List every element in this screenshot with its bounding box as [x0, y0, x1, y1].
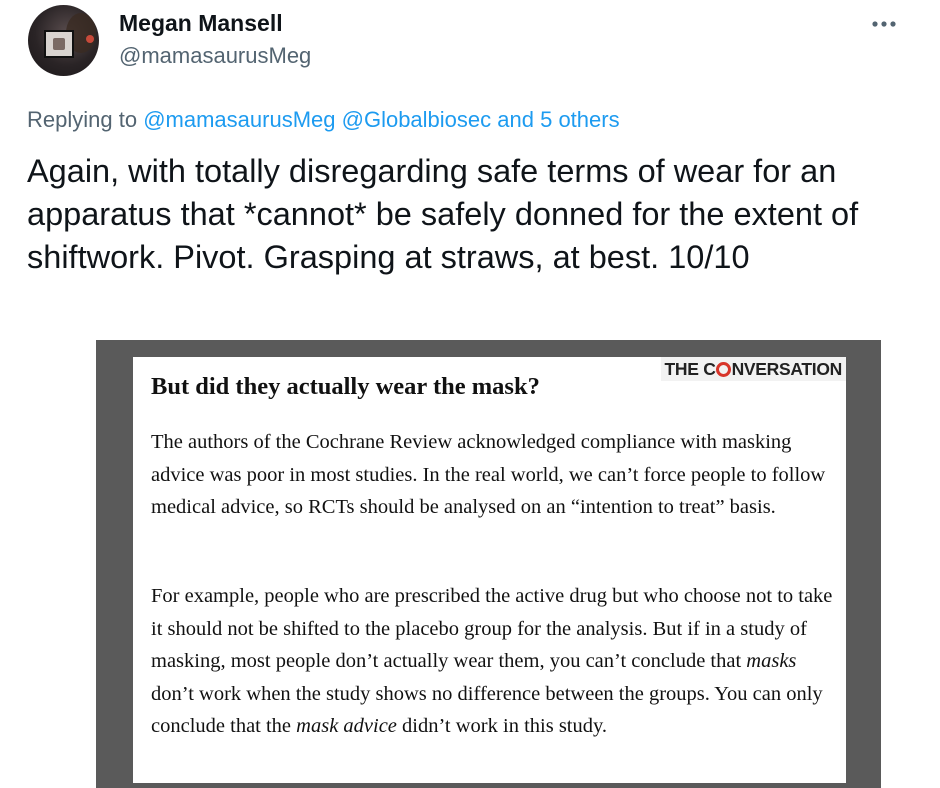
avatar[interactable] — [28, 5, 99, 76]
paragraph-2-text-3: didn’t work in this study. — [396, 715, 608, 737]
author-handle[interactable]: @mamasaurusMeg — [119, 43, 311, 69]
excerpt-paragraph-1: The authors of the Cochrane Review ackno… — [151, 431, 826, 518]
tweet-text: Again, with totally disregarding safe te… — [27, 153, 859, 275]
logo-text-end: NVERSATION — [731, 359, 843, 379]
avatar-detail-shape — [86, 35, 94, 43]
logo-o-ring-icon — [716, 361, 732, 377]
excerpt-paragraph-2: For example, people who are prescribed t… — [151, 580, 841, 743]
others-link[interactable]: and 5 others — [497, 107, 619, 132]
more-horizontal-icon — [872, 21, 896, 27]
mention-link-globalbiosec[interactable]: @Globalbiosec — [342, 107, 492, 132]
avatar-frame-shape — [44, 30, 74, 58]
tweet-media-image[interactable]: But did they actually wear the mask? THE… — [96, 340, 881, 788]
paragraph-2-italic-masks: masks — [746, 650, 797, 672]
excerpt-heading: But did they actually wear the mask? — [151, 373, 540, 400]
paragraph-2-italic-mask-advice: mask advice — [296, 715, 397, 737]
logo-text-start: THE C — [664, 359, 716, 379]
author-display-name[interactable]: Megan Mansell — [119, 10, 283, 37]
the-conversation-logo: THE C NVERSATION — [660, 357, 846, 381]
paragraph-2-text-1: For example, people who are prescribed t… — [151, 585, 833, 672]
mention-link-mamasaurusmeg[interactable]: @mamasaurusMeg — [143, 107, 335, 132]
replying-to-line: Replying to @mamasaurusMeg @Globalbiosec… — [27, 107, 620, 133]
more-options-button[interactable] — [866, 12, 906, 36]
article-excerpt-card: But did they actually wear the mask? THE… — [133, 357, 846, 783]
replying-to-label: Replying to — [27, 107, 138, 132]
